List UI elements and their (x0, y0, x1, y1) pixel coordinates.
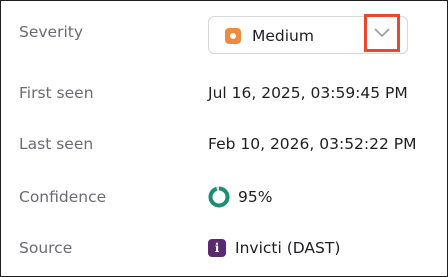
confidence-ring-icon (208, 186, 230, 208)
finding-details-panel: Severity Medium First seen Jul 16, 2025,… (0, 0, 448, 277)
confidence-row: Confidence 95% (1, 185, 447, 209)
severity-select[interactable]: Medium (208, 14, 408, 54)
severity-label: Severity (19, 23, 84, 41)
severity-value: Medium (252, 27, 314, 45)
last-seen-label: Last seen (19, 135, 94, 153)
confidence-value: 95% (238, 188, 273, 206)
medium-severity-icon (225, 28, 241, 44)
severity-dropdown-toggle[interactable] (364, 14, 400, 52)
first-seen-label: First seen (19, 84, 94, 102)
first-seen-row: First seen Jul 16, 2025, 03:59:45 PM (1, 81, 447, 105)
last-seen-row: Last seen Feb 10, 2026, 03:52:22 PM (1, 132, 447, 156)
source-value: Invicti (DAST) (235, 239, 341, 257)
source-row: Source i Invicti (DAST) (1, 236, 447, 260)
confidence-label: Confidence (19, 188, 107, 206)
source-display: i Invicti (DAST) (208, 236, 340, 260)
confidence-display: 95% (208, 185, 272, 209)
first-seen-value: Jul 16, 2025, 03:59:45 PM (208, 84, 408, 102)
source-label: Source (19, 239, 73, 257)
chevron-down-icon (374, 28, 390, 38)
last-seen-value: Feb 10, 2026, 03:52:22 PM (208, 135, 417, 153)
invicti-logo-icon: i (208, 239, 226, 257)
